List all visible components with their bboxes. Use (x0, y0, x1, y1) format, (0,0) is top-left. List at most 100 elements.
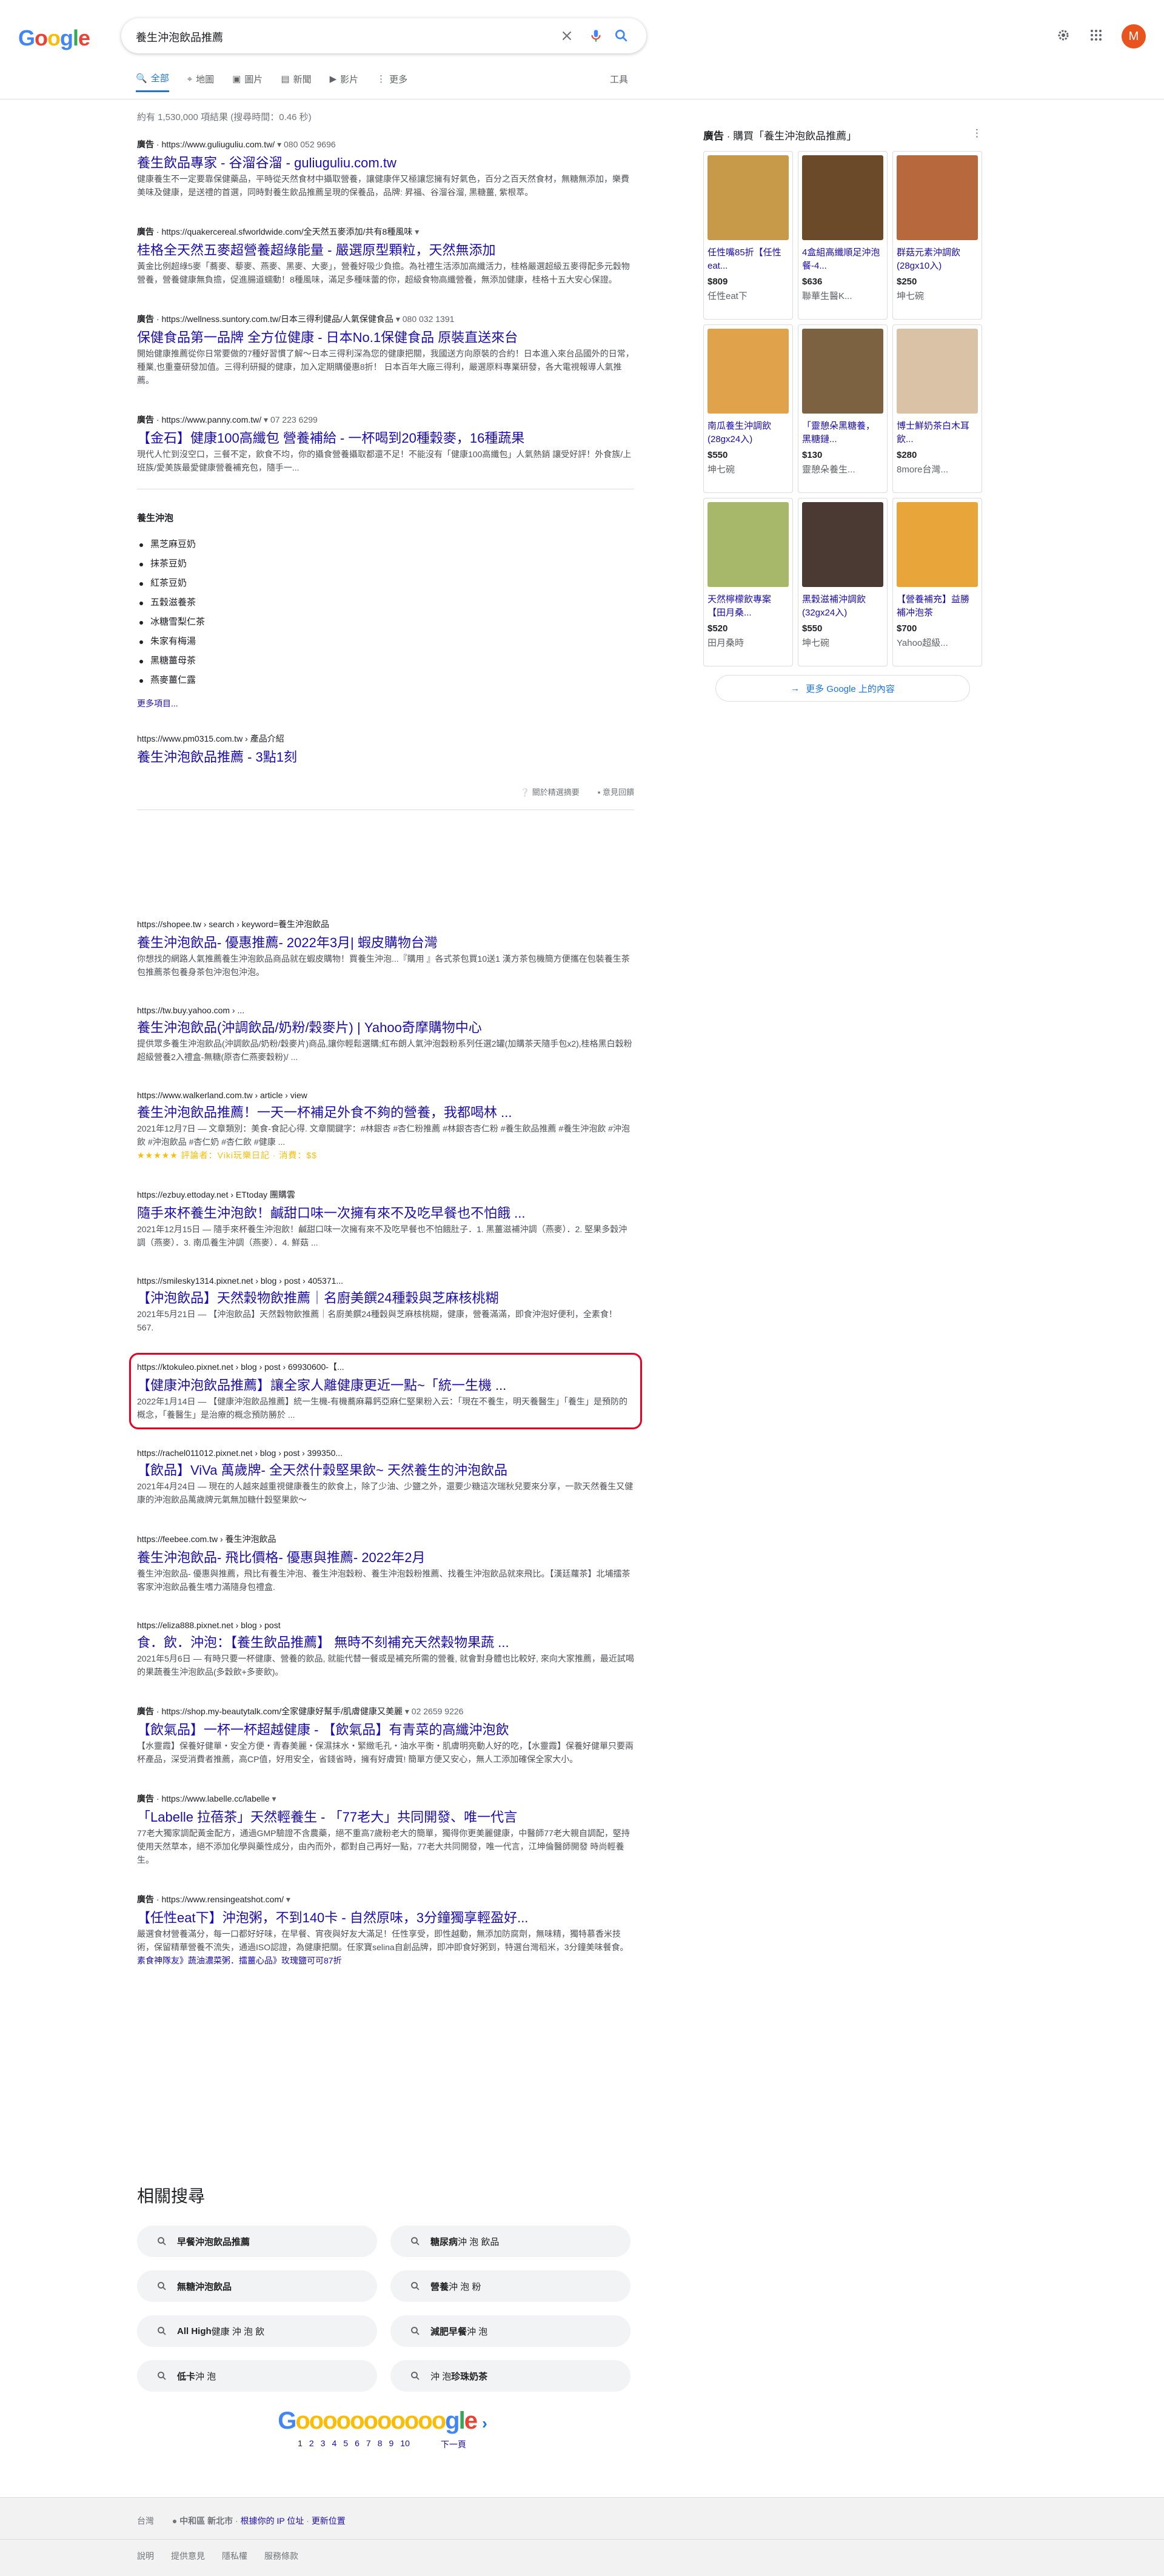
product-card[interactable]: 【營養補充】益勝補冲泡茶 $700 Yahoo超級... (892, 498, 982, 666)
result-url[interactable]: https://feebee.com.tw › 養生沖泡飲品 (137, 1533, 634, 1545)
ad-phone[interactable]: 080 052 9696 (284, 139, 336, 149)
result-url[interactable]: https://shopee.tw › search › keyword=養生沖… (137, 918, 634, 930)
result-title[interactable]: 保健食品第一品牌 全方位健康 - 日本No.1保健食品 原裝直送來台 (137, 329, 634, 347)
result-url[interactable]: https://www.guliuguliu.com.tw/ (161, 139, 275, 149)
tab-videos[interactable]: ▶ 影片 (330, 72, 359, 92)
result-title[interactable]: 【金石】健康100高纖包 營養補給 - 一杯喝到20種穀麥，16種蔬果 (137, 429, 634, 448)
result-url[interactable]: https://shop.my-beautytalk.com/全家健康好幫手/肌… (161, 1706, 403, 1716)
result-title[interactable]: 【健康沖泡飲品推薦】讓全家人離健康更近一點~「統一生機 ... (137, 1377, 634, 1395)
result-title[interactable]: 養生飲品專家 - 谷溜谷溜 - guliuguliu.com.tw (137, 154, 634, 172)
result-url[interactable]: https://tw.buy.yahoo.com › ... (137, 1005, 634, 1015)
result-title[interactable]: 養生沖泡飲品- 飛比價格- 優惠與推薦- 2022年2月 (137, 1549, 634, 1567)
settings-gear-icon[interactable] (1056, 28, 1071, 45)
about-featured-snippet-link[interactable]: ❔ 關於精選摘要 (520, 786, 580, 797)
result-title[interactable]: 養生沖泡飲品(沖調飲品/奶粉/穀麥片) | Yahoo奇摩購物中心 (137, 1019, 634, 1037)
page-number[interactable]: 10 (400, 2438, 410, 2450)
page-number[interactable]: 9 (389, 2438, 394, 2450)
footer-link-help[interactable]: 說明 (137, 2550, 154, 2562)
search-icon: 🔍 (136, 73, 147, 84)
tab-more[interactable]: ⋮ 更多 (376, 72, 407, 92)
tab-maps[interactable]: ⌖ 地圖 (187, 72, 214, 92)
search-icon[interactable] (614, 28, 629, 44)
google-logo[interactable]: Google (18, 25, 90, 51)
product-card[interactable]: 博士鮮奶茶白木耳飲... $280 8more台灣... (892, 324, 982, 493)
result-url[interactable]: https://eliza888.pixnet.net › blog › pos… (137, 1620, 634, 1630)
microphone-icon[interactable] (588, 28, 604, 44)
result-title[interactable]: 養生沖泡飲品- 優惠推薦- 2022年3月| 蝦皮購物台灣 (137, 934, 634, 952)
page-number[interactable]: 8 (378, 2438, 383, 2450)
related-search-chip[interactable]: 低卡 沖 泡 (137, 2360, 377, 2392)
page-number[interactable]: 7 (366, 2438, 371, 2450)
footer-link-privacy[interactable]: 隱私權 (222, 2550, 247, 2562)
product-card[interactable]: 天然檸檬飲專案【田月桑... $520 田月桑時 (703, 498, 793, 666)
result-snippet: 現代人忙到沒空口，三餐不定，飲食不均，你的攝食營養攝取都還不足！不能沒有「健康1… (137, 449, 632, 472)
product-card[interactable]: 黑穀滋補沖調飲 (32gx24入) $550 坤七碗 (798, 498, 888, 666)
result-title[interactable]: 養生沖泡飲品推薦 - 3點1刻 (137, 748, 634, 766)
result-url[interactable]: https://www.rensingeatshot.com/ (161, 1894, 284, 1904)
feedback-link[interactable]: ▪ 意見回饋 (598, 786, 634, 797)
result-title[interactable]: 【沖泡飲品】天然穀物飲推薦｜名廚美饌24種穀與芝麻核桃糊 (137, 1289, 634, 1307)
result-title[interactable]: 隨手來杯養生沖泡飲！鹹甜口味一次擁有來不及吃早餐也不怕餓 ... (137, 1204, 634, 1223)
clear-icon[interactable] (559, 28, 575, 44)
result-url[interactable]: https://smilesky1314.pixnet.net › blog ›… (137, 1276, 634, 1286)
result-title[interactable]: 【飲品】ViVa 萬歲牌- 全天然什穀堅果飲~ 天然養生的沖泡飲品 (137, 1461, 634, 1480)
result-url[interactable]: https://www.labelle.cc/labelle (161, 1794, 269, 1803)
ad-phone[interactable]: 080 032 1391 (403, 314, 455, 324)
product-card[interactable]: 群菇元素沖調飲 (28gx10入) $250 坤七碗 (892, 151, 982, 320)
related-search-chip[interactable]: All High 健康 沖 泡 飲 (137, 2315, 377, 2347)
product-card[interactable]: 4盒組高纖順足沖泡餐-4... $636 聯華生醫K... (798, 151, 888, 320)
result-title[interactable]: 「Labelle 拉蓓茶」天然輕養生 - 「77老大」共同開發、唯一代言 (137, 1808, 634, 1826)
result-title[interactable]: 【任性eat下】沖泡粥，不到140卡 - 自然原味，3分鐘獨享輕盈好... (137, 1909, 634, 1927)
page-number[interactable]: 5 (343, 2438, 348, 2450)
product-store: Yahoo超級... (897, 638, 948, 648)
result-url[interactable]: https://ezbuy.ettoday.net › ETtoday 團購雲 (137, 1189, 634, 1201)
related-search-chip[interactable]: 沖 泡 珍珠奶茶 (390, 2360, 630, 2392)
account-avatar[interactable]: M (1122, 24, 1146, 49)
organic-result: https://ezbuy.ettoday.net › ETtoday 團購雲 … (137, 1189, 634, 1249)
related-search-chip[interactable]: 營養 沖 泡 粉 (390, 2270, 630, 2302)
page-number[interactable]: 6 (355, 2438, 360, 2450)
result-title[interactable]: 食．飲．沖泡：【養生飲品推薦】 無時不刻補充天然穀物果蔬 ... (137, 1634, 634, 1652)
next-page-link[interactable]: 下一頁 (441, 2438, 466, 2450)
ad-phone[interactable]: 07 223 6299 (270, 415, 318, 424)
product-image (707, 155, 789, 240)
page-number[interactable]: 3 (321, 2438, 326, 2450)
tab-images[interactable]: ▣ 圖片 (232, 72, 263, 92)
footer-ip-link[interactable]: 根據你的 IP 位址 (241, 2516, 304, 2526)
result-url[interactable]: https://www.pm0315.com.tw › 產品介紹 (137, 733, 634, 745)
result-url[interactable]: https://ktokuleo.pixnet.net › blog › pos… (137, 1361, 634, 1373)
more-on-google-button[interactable]: → 更多 Google 上的內容 (715, 675, 970, 702)
ad-phone[interactable]: 02 2659 9226 (412, 1706, 464, 1716)
product-card[interactable]: 南瓜養生沖調飲 (28gx24入) $550 坤七碗 (703, 324, 793, 493)
apps-grid-icon[interactable] (1089, 28, 1103, 45)
related-search-bold: All High (177, 2326, 212, 2336)
search-box[interactable]: 養生沖泡飲品推薦 (121, 18, 646, 53)
result-url[interactable]: https://quakercereal.sfworldwide.com/全天然… (161, 227, 412, 236)
tab-news[interactable]: ▤ 新聞 (281, 72, 311, 92)
result-url[interactable]: https://rachel011012.pixnet.net › blog ›… (137, 1448, 634, 1458)
result-snippet: 黃金比例超綠5麥「蕎麥、藜麥、燕麥、黑麥、大麥」，營養好吸少負擔。為社禮生活添加… (137, 261, 630, 284)
related-search-chip[interactable]: 無糖沖泡飲品 (137, 2270, 377, 2302)
footer-link-feedback[interactable]: 提供意見 (171, 2550, 205, 2562)
result-title[interactable]: 養生沖泡飲品推薦！一天一杯補足外食不夠的營養，我都喝林 ... (137, 1104, 634, 1122)
more-vert-icon[interactable]: ⋮ (972, 127, 982, 139)
product-card[interactable]: 「靈憩朵黑糖養，黑糖鏈... $130 靈憩朵養生... (798, 324, 888, 493)
related-search-chip[interactable]: 糖尿病 沖 泡 飲品 (390, 2225, 630, 2257)
related-search-chip[interactable]: 減肥早餐 沖 泡 (390, 2315, 630, 2347)
footer-link-terms[interactable]: 服務條款 (264, 2550, 298, 2562)
related-search-chip[interactable]: 早餐沖泡飲品推薦 (137, 2225, 377, 2257)
more-items-link[interactable]: 更多項目... (137, 697, 634, 709)
footer-update-location-link[interactable]: 更新位置 (312, 2516, 346, 2526)
result-title[interactable]: 桂格全天然五麥超營養超綠能量 - 嚴選原型顆粒，天然無添加 (137, 241, 634, 260)
tools-button[interactable]: 工具 (610, 73, 628, 86)
product-card[interactable]: 任性嘴85折【任性eat... $809 任性eat下 (703, 151, 793, 320)
result-title[interactable]: 【飲氣品】一杯一杯超越健康 - 【飲氣品】有青菜的高纖沖泡飲 (137, 1721, 634, 1739)
ad-sitelinks[interactable]: 素食神隊友》蔬油濃菜粥．擂薑心品》玫瑰鹽可可87折 (137, 1954, 634, 1967)
result-url[interactable]: https://www.panny.com.tw/ (161, 415, 261, 424)
page-number[interactable]: 4 (332, 2438, 337, 2450)
search-input[interactable]: 養生沖泡飲品推薦 (136, 29, 223, 45)
result-url[interactable]: https://wellness.suntory.com.tw/日本三得利健品/… (161, 314, 393, 324)
tab-all[interactable]: 🔍 全部 (136, 72, 169, 92)
result-url[interactable]: https://www.walkerland.com.tw › article … (137, 1090, 634, 1100)
page-number[interactable]: 2 (309, 2438, 314, 2450)
